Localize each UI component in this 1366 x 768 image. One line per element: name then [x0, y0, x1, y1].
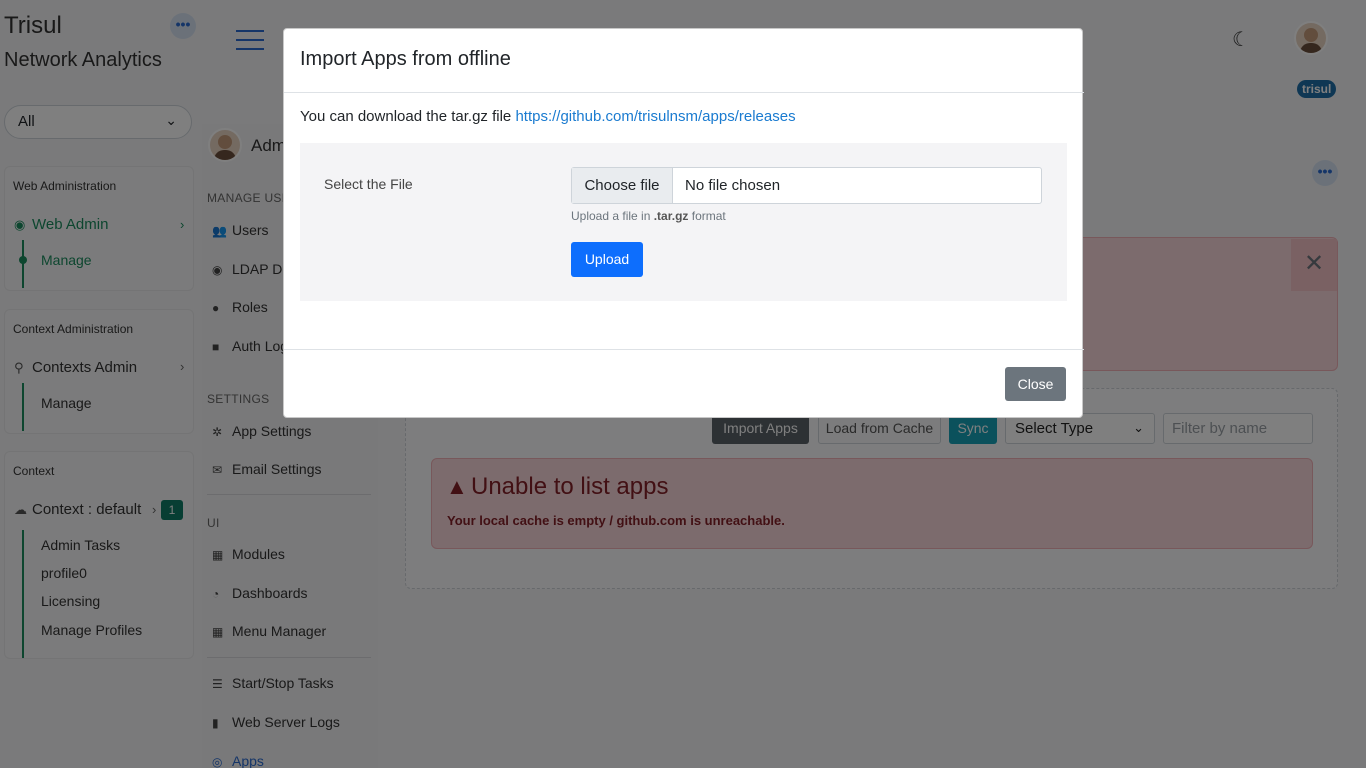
file-label: Select the File [324, 176, 413, 192]
upload-button[interactable]: Upload [571, 242, 643, 277]
releases-link[interactable]: https://github.com/trisulnsm/apps/releas… [515, 108, 795, 125]
modal-note-text: You can download the tar.gz file [300, 108, 516, 125]
choose-file-button[interactable]: Choose file [572, 168, 673, 203]
file-input[interactable]: Choose file No file chosen [571, 167, 1042, 204]
file-status: No file chosen [685, 177, 781, 194]
file-hint: Upload a file in .tar.gz format [571, 209, 726, 223]
close-button[interactable]: Close [1005, 367, 1066, 401]
form-panel: Select the File Choose file No file chos… [300, 143, 1067, 301]
modal-title: Import Apps from offline [300, 48, 511, 70]
modal-footer-divider [284, 349, 1084, 350]
file-format: .tar.gz [653, 209, 689, 223]
modal-header-divider [284, 92, 1084, 93]
import-apps-modal: Import Apps from offline You can downloa… [283, 28, 1084, 418]
modal-note: You can download the tar.gz file https:/… [300, 108, 796, 125]
